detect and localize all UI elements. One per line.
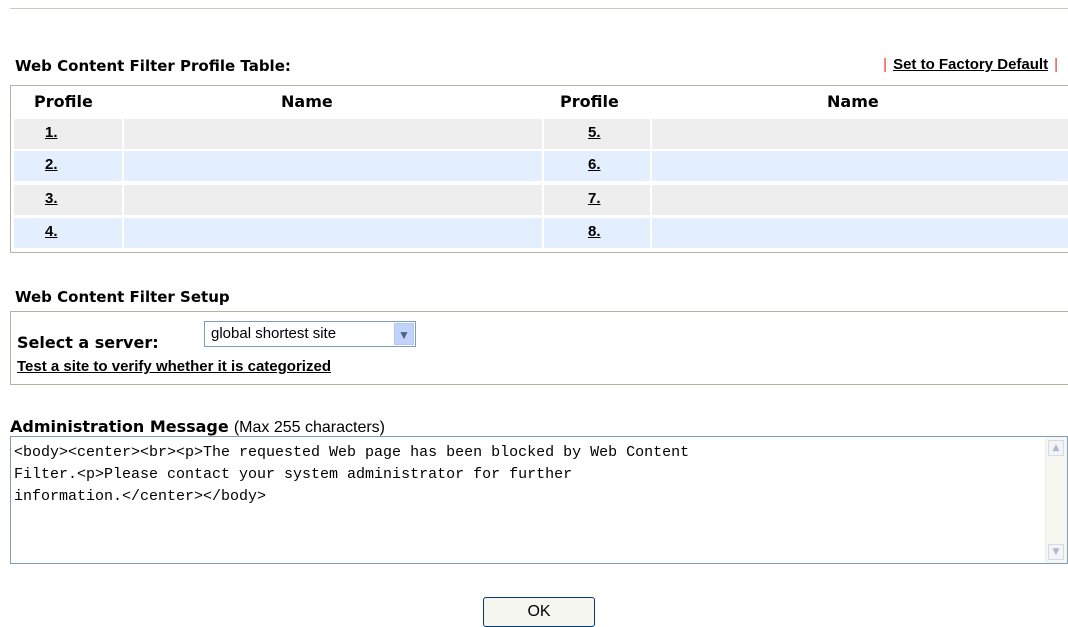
- separator-left: |: [883, 56, 888, 73]
- profile-table-title: Web Content Filter Profile Table:: [15, 57, 291, 75]
- profile-name-cell: [652, 218, 1068, 248]
- scroll-down-icon[interactable]: ▼: [1048, 544, 1064, 560]
- profile-cell: 3.: [14, 185, 122, 215]
- profile-link-6[interactable]: 6.: [588, 156, 601, 173]
- profile-name-cell: [652, 151, 1068, 181]
- ok-button[interactable]: OK: [483, 597, 595, 627]
- profile-cell: 1.: [14, 119, 122, 149]
- table-header: Profile Name Profile Name: [11, 86, 1068, 118]
- profile-link-2[interactable]: 2.: [45, 156, 58, 173]
- profile-cell: 6.: [544, 151, 650, 181]
- select-server-label: Select a server:: [17, 333, 159, 352]
- header-profile-right: Profile: [560, 92, 619, 111]
- test-site-link[interactable]: Test a site to verify whether it is cate…: [17, 358, 331, 375]
- admin-message-text[interactable]: <body><center><br><p>The requested Web p…: [14, 442, 1034, 508]
- factory-default-area: | Set to Factory Default |: [877, 56, 1064, 73]
- admin-message-label: Administration Message: [10, 417, 229, 436]
- profile-name-cell: [652, 185, 1068, 215]
- profile-link-8[interactable]: 8.: [588, 223, 601, 240]
- profile-cell: 2.: [14, 151, 122, 181]
- profile-cell: 4.: [14, 218, 122, 248]
- server-select-value: global shortest site: [211, 325, 337, 342]
- table-row: 2. 6.: [14, 151, 1068, 181]
- message-scrollbar[interactable]: ▲ ▼: [1045, 437, 1067, 563]
- profile-cell: 7.: [544, 185, 650, 215]
- profile-link-4[interactable]: 4.: [45, 223, 58, 240]
- set-to-factory-default-link[interactable]: Set to Factory Default: [893, 56, 1048, 73]
- profile-link-1[interactable]: 1.: [45, 124, 58, 141]
- profile-name-cell: [124, 185, 542, 215]
- header-name-right: Name: [827, 92, 879, 111]
- separator-right: |: [1054, 56, 1058, 73]
- profile-name-cell: [124, 218, 542, 248]
- scroll-up-icon[interactable]: ▲: [1048, 440, 1064, 456]
- header-profile-left: Profile: [34, 92, 93, 111]
- table-row: 3. 7.: [14, 185, 1068, 215]
- top-divider: [10, 8, 1068, 9]
- admin-message-title: Administration Message (Max 255 characte…: [10, 417, 385, 437]
- server-select[interactable]: global shortest site ▼: [204, 321, 416, 347]
- profile-cell: 8.: [544, 218, 650, 248]
- profile-link-3[interactable]: 3.: [45, 190, 58, 207]
- profile-name-cell: [124, 119, 542, 149]
- profile-name-cell: [652, 119, 1068, 149]
- header-name-left: Name: [281, 92, 333, 111]
- admin-message-hint: (Max 255 characters): [233, 419, 385, 436]
- profile-link-7[interactable]: 7.: [588, 190, 601, 207]
- setup-title: Web Content Filter Setup: [15, 288, 230, 306]
- table-row: 1. 5.: [14, 119, 1068, 149]
- chevron-down-icon[interactable]: ▼: [394, 323, 414, 345]
- profile-name-cell: [124, 151, 542, 181]
- table-row: 4. 8.: [14, 218, 1068, 248]
- profile-table: Profile Name Profile Name 1. 5. 2. 6. 3.…: [10, 85, 1068, 253]
- profile-cell: 5.: [544, 119, 650, 149]
- setup-box: Select a server: global shortest site ▼ …: [10, 311, 1068, 385]
- admin-message-textarea[interactable]: <body><center><br><p>The requested Web p…: [10, 436, 1068, 564]
- profile-link-5[interactable]: 5.: [588, 124, 601, 141]
